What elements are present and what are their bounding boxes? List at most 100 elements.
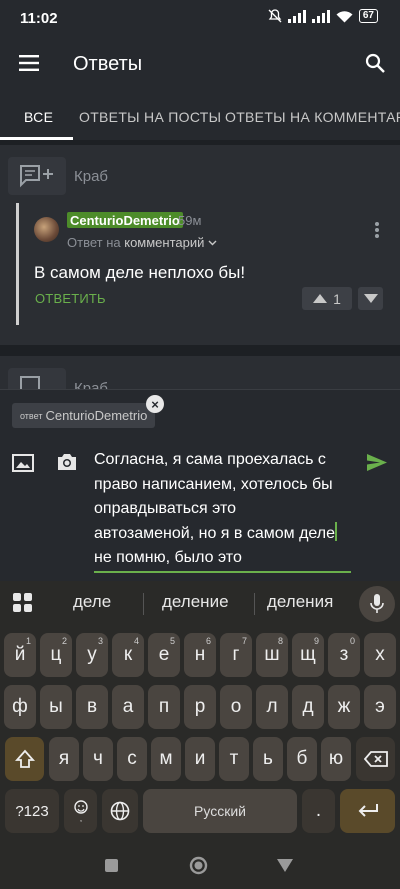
key-hint: 8 [277, 636, 283, 646]
chip-username: CenturioDemetrio [45, 408, 148, 423]
reply-text-line: не помню, было это [94, 549, 242, 566]
key[interactable]: ж [328, 685, 360, 729]
text-cursor [335, 521, 338, 541]
reply-button[interactable]: ОТВЕТИТЬ [35, 291, 106, 306]
reply-input[interactable]: Согласна, я сама проехалась с право напи… [94, 448, 354, 571]
comment-username[interactable]: CenturioDemetrio [67, 212, 183, 228]
post-title[interactable]: Краб [74, 168, 108, 185]
key[interactable]: я [49, 737, 79, 781]
chip-prefix: ответ [20, 410, 43, 421]
avatar[interactable] [34, 217, 59, 242]
back-triangle-icon[interactable] [277, 859, 293, 872]
key-label: ы [49, 696, 63, 717]
suggestion-divider [254, 593, 255, 615]
key[interactable]: с [117, 737, 147, 781]
key[interactable]: к4 [112, 633, 144, 677]
key-hint: 5 [169, 636, 175, 646]
key[interactable]: о [220, 685, 252, 729]
tab-all[interactable]: ВСЕ [24, 109, 53, 125]
apps-grid-icon[interactable] [13, 593, 33, 613]
menu-icon[interactable] [19, 55, 39, 71]
key[interactable]: а [112, 685, 144, 729]
key-hint: 4 [133, 636, 139, 646]
reply-target-link[interactable]: комментарий [124, 235, 204, 250]
search-icon[interactable] [365, 53, 385, 73]
key-label: е [158, 644, 170, 665]
key[interactable]: щ9 [292, 633, 324, 677]
key[interactable]: н6 [184, 633, 216, 677]
key[interactable]: б [287, 737, 317, 781]
suggestion-1[interactable]: деле [73, 592, 111, 612]
key-label: ф [12, 696, 28, 717]
key-label: с [127, 748, 137, 769]
shift-key[interactable] [5, 737, 44, 781]
key[interactable]: в [76, 685, 108, 729]
key[interactable]: ц2 [40, 633, 72, 677]
camera-icon[interactable] [56, 452, 78, 472]
key-label: ю [328, 748, 344, 769]
tab-comment-replies[interactable]: ОТВЕТЫ НА КОММЕНТАРИИ [225, 109, 400, 125]
suggestion-2[interactable]: деление [162, 592, 229, 612]
upvote-button[interactable]: 1 [302, 287, 352, 310]
more-options-icon[interactable] [374, 221, 380, 239]
input-underline [94, 571, 351, 573]
space-key[interactable]: Русский [143, 789, 297, 833]
key[interactable]: г7 [220, 633, 252, 677]
language-key[interactable] [102, 789, 138, 833]
key-label: ч [93, 748, 103, 769]
app-toolbar: Ответы [0, 38, 400, 92]
page-title: Ответы [73, 53, 143, 75]
close-icon[interactable]: × [146, 395, 164, 413]
key-label: т [229, 748, 239, 769]
home-icon[interactable] [189, 856, 208, 875]
reply-target-prefix: Ответ на [67, 235, 121, 250]
key[interactable]: ю [321, 737, 351, 781]
key[interactable]: ч [83, 737, 113, 781]
mute-icon [268, 9, 282, 23]
key-label: х [375, 644, 385, 665]
key[interactable]: х [364, 633, 396, 677]
key[interactable]: л [256, 685, 288, 729]
reply-target[interactable]: Ответ на комментарий [67, 235, 217, 250]
key[interactable]: ы [40, 685, 72, 729]
key-hint: 7 [241, 636, 247, 646]
tab-bar: ВСЕ ОТВЕТЫ НА ПОСТЫ ОТВЕТЫ НА КОММЕНТАРИ… [0, 92, 400, 140]
key[interactable]: й1 [4, 633, 36, 677]
suggestion-3[interactable]: деления [267, 592, 333, 612]
key[interactable]: м [151, 737, 181, 781]
key[interactable]: э [364, 685, 396, 729]
key[interactable]: д [292, 685, 324, 729]
mic-button[interactable] [359, 586, 395, 622]
reply-text-line: Согласна, я сама проехалась с [94, 451, 326, 468]
key-label: э [375, 696, 385, 717]
key[interactable]: т [219, 737, 249, 781]
key[interactable]: ь [253, 737, 283, 781]
arrow-down-icon [363, 294, 378, 303]
key[interactable]: и [185, 737, 215, 781]
key[interactable]: ф [4, 685, 36, 729]
system-nav-bar [0, 847, 400, 889]
key-label: а [122, 696, 134, 717]
period-key[interactable]: . [302, 789, 335, 833]
key[interactable]: п [148, 685, 180, 729]
key-label: я [58, 748, 70, 769]
downvote-button[interactable] [358, 287, 383, 310]
key[interactable]: р [184, 685, 216, 729]
key-label: л [266, 696, 278, 717]
key[interactable]: е5 [148, 633, 180, 677]
recents-icon[interactable] [105, 859, 118, 872]
key[interactable]: ш8 [256, 633, 288, 677]
battery-level: 67 [362, 10, 374, 21]
globe-icon [110, 801, 130, 821]
key-label: г [232, 644, 240, 665]
numbers-key[interactable]: ?123 [5, 789, 59, 833]
backspace-key[interactable] [356, 737, 395, 781]
key[interactable]: з0 [328, 633, 360, 677]
key[interactable]: у3 [76, 633, 108, 677]
emoji-key[interactable]: , [64, 789, 97, 833]
image-icon[interactable] [12, 454, 34, 472]
reply-text-line: право написанием, хотелось бы [94, 475, 333, 493]
tab-post-replies[interactable]: ОТВЕТЫ НА ПОСТЫ [79, 109, 221, 125]
send-icon[interactable] [367, 454, 387, 471]
enter-key[interactable] [340, 789, 395, 833]
